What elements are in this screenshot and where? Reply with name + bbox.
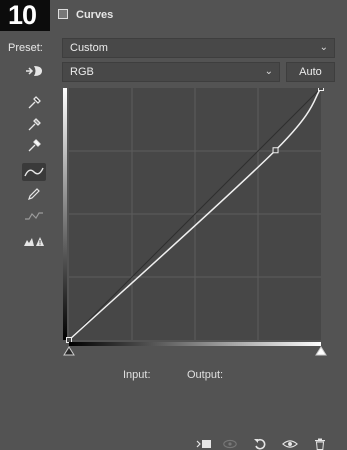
- preset-label: Preset:: [8, 42, 43, 54]
- preset-dropdown[interactable]: Custom ⌄: [62, 38, 335, 58]
- white-point-slider[interactable]: [315, 346, 327, 356]
- visibility-icon[interactable]: [282, 437, 298, 450]
- curve-control-point[interactable]: [66, 337, 72, 343]
- curves-layer-icon: [58, 9, 68, 19]
- clipping-warning-icon[interactable]: [22, 232, 46, 250]
- preset-value: Custom: [70, 42, 108, 54]
- eyedropper-gray-icon[interactable]: [22, 116, 46, 134]
- chevron-down-icon: ⌄: [319, 42, 328, 53]
- curve-control-point[interactable]: [318, 88, 324, 91]
- curves-graph[interactable]: [58, 88, 334, 356]
- chevron-down-icon: ⌄: [264, 66, 273, 77]
- input-label: Input:: [123, 369, 151, 381]
- target-adjust-icon[interactable]: [22, 62, 46, 80]
- view-previous-icon[interactable]: [222, 437, 238, 450]
- smooth-icon[interactable]: [22, 207, 46, 225]
- curve-control-point[interactable]: [272, 147, 279, 154]
- curve-points-icon[interactable]: [22, 163, 46, 181]
- eyedropper-white-icon[interactable]: [22, 137, 46, 155]
- auto-button[interactable]: Auto: [286, 62, 335, 82]
- panel-title: Curves: [76, 9, 114, 21]
- output-gradient-bar: [63, 88, 67, 340]
- delete-icon[interactable]: [312, 437, 328, 450]
- pencil-icon[interactable]: [22, 185, 46, 203]
- eyedropper-black-icon[interactable]: [22, 94, 46, 112]
- channel-value: RGB: [70, 66, 94, 78]
- channel-dropdown[interactable]: RGB ⌄: [62, 62, 280, 82]
- output-label: Output:: [187, 369, 224, 381]
- reset-icon[interactable]: [252, 437, 268, 450]
- curves-properties-panel: 10 Curves Preset: Custom ⌄ RGB ⌄ Auto In…: [0, 0, 347, 450]
- black-point-slider[interactable]: [63, 346, 75, 356]
- input-gradient-bar: [69, 342, 321, 346]
- step-number-badge: 10: [0, 0, 50, 31]
- clip-to-layer-icon[interactable]: [196, 437, 212, 450]
